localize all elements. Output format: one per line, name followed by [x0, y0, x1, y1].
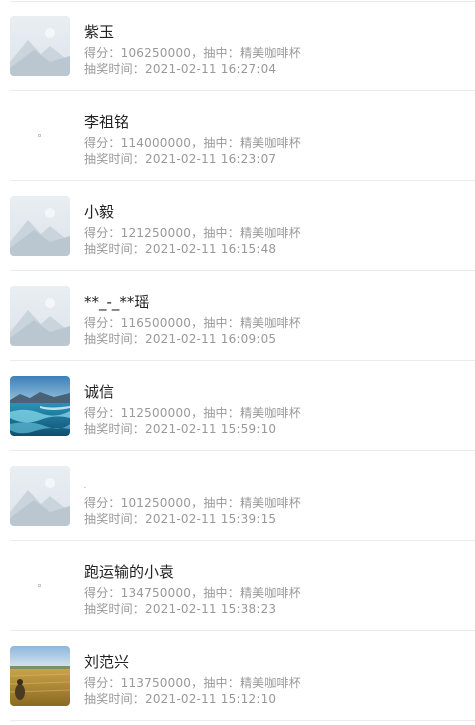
time-line: 抽奖时间：2021-02-11 15:38:23 [84, 601, 276, 617]
prize-label: ，抽中： [191, 406, 240, 420]
time-label: 抽奖时间： [84, 242, 146, 256]
prize-label: ，抽中： [191, 316, 240, 330]
list-item[interactable]: 诚信 得分：112500000，抽中：精美咖啡杯 抽奖时间：2021-02-11… [0, 361, 475, 451]
time-value: 2021-02-11 15:12:10 [145, 692, 277, 706]
placeholder-image-icon [10, 466, 70, 526]
prize-value: 精美咖啡杯 [239, 226, 301, 240]
score-line: 得分：112500000，抽中：精美咖啡杯 [84, 405, 301, 421]
score-label: 得分： [84, 46, 121, 60]
user-name: 跑运输的小袁 [84, 563, 175, 581]
prize-label: ，抽中： [191, 496, 240, 510]
list-item[interactable]: 跑运输的小袁 得分：134750000，抽中：精美咖啡杯 抽奖时间：2021-0… [0, 541, 475, 631]
prize-value: 精美咖啡杯 [239, 136, 301, 150]
score-line: 得分：121250000，抽中：精美咖啡杯 [84, 225, 301, 241]
prize-label: ，抽中： [191, 136, 240, 150]
user-name: 李祖铭 [84, 113, 130, 131]
prize-value: 精美咖啡杯 [239, 676, 301, 690]
prize-label: ，抽中： [191, 586, 240, 600]
score-label: 得分： [84, 226, 121, 240]
user-name: 刘范兴 [84, 653, 130, 671]
field-photo-avatar [10, 646, 70, 706]
time-label: 抽奖时间： [84, 692, 146, 706]
score-label: 得分： [84, 316, 121, 330]
user-name: . [84, 483, 86, 490]
score-line: 得分：134750000，抽中：精美咖啡杯 [84, 585, 301, 601]
score-value: 116500000 [120, 316, 192, 330]
prize-label: ，抽中： [191, 46, 240, 60]
score-value: 121250000 [120, 226, 192, 240]
time-value: 2021-02-11 16:09:05 [145, 332, 277, 346]
score-value: 106250000 [120, 46, 192, 60]
score-label: 得分： [84, 586, 121, 600]
score-value: 134750000 [120, 586, 192, 600]
score-value: 101250000 [120, 496, 192, 510]
time-line: 抽奖时间：2021-02-11 15:12:10 [84, 691, 276, 707]
time-line: 抽奖时间：2021-02-11 15:59:10 [84, 421, 276, 437]
score-label: 得分： [84, 676, 121, 690]
score-label: 得分： [84, 496, 121, 510]
score-line: 得分：114000000，抽中：精美咖啡杯 [84, 135, 301, 151]
time-label: 抽奖时间： [84, 62, 146, 76]
user-name: 紫玉 [84, 23, 115, 41]
prize-label: ，抽中： [191, 226, 240, 240]
user-name: 诚信 [84, 383, 115, 401]
list-item[interactable]: 紫玉 得分：106250000，抽中：精美咖啡杯 抽奖时间：2021-02-11… [0, 1, 475, 91]
time-label: 抽奖时间： [84, 512, 146, 526]
user-name: **_-_**瑶 [84, 293, 150, 311]
score-line: 得分：116500000，抽中：精美咖啡杯 [84, 315, 301, 331]
user-name: 小毅 [84, 203, 115, 221]
time-value: 2021-02-11 15:38:23 [145, 602, 277, 616]
score-value: 114000000 [120, 136, 192, 150]
time-value: 2021-02-11 15:59:10 [145, 422, 277, 436]
score-label: 得分： [84, 136, 121, 150]
time-label: 抽奖时间： [84, 602, 146, 616]
score-line: 得分：101250000，抽中：精美咖啡杯 [84, 495, 301, 511]
time-value: 2021-02-11 15:39:15 [145, 512, 277, 526]
time-label: 抽奖时间： [84, 332, 146, 346]
time-line: 抽奖时间：2021-02-11 16:15:48 [84, 241, 276, 257]
prize-value: 精美咖啡杯 [239, 496, 301, 510]
placeholder-image-icon [10, 196, 70, 256]
list-item[interactable]: 小毅 得分：121250000，抽中：精美咖啡杯 抽奖时间：2021-02-11… [0, 181, 475, 271]
time-value: 2021-02-11 16:23:07 [145, 152, 277, 166]
list-item[interactable]: **_-_**瑶 得分：116500000，抽中：精美咖啡杯 抽奖时间：2021… [0, 271, 475, 361]
time-line: 抽奖时间：2021-02-11 15:39:15 [84, 511, 276, 527]
time-line: 抽奖时间：2021-02-11 16:09:05 [84, 331, 276, 347]
placeholder-image-icon [10, 286, 70, 346]
broken-image-icon [10, 556, 70, 616]
score-value: 113750000 [120, 676, 192, 690]
prize-value: 精美咖啡杯 [239, 406, 301, 420]
placeholder-image-icon [10, 16, 70, 76]
time-value: 2021-02-11 16:27:04 [145, 62, 277, 76]
time-label: 抽奖时间： [84, 152, 146, 166]
time-value: 2021-02-11 16:15:48 [145, 242, 277, 256]
time-line: 抽奖时间：2021-02-11 16:23:07 [84, 151, 276, 167]
score-value: 112500000 [120, 406, 192, 420]
score-line: 得分：106250000，抽中：精美咖啡杯 [84, 45, 301, 61]
list-item[interactable]: 刘范兴 得分：113750000，抽中：精美咖啡杯 抽奖时间：2021-02-1… [0, 631, 475, 721]
list-item[interactable]: . 得分：101250000，抽中：精美咖啡杯 抽奖时间：2021-02-11 … [0, 451, 475, 541]
score-label: 得分： [84, 406, 121, 420]
time-label: 抽奖时间： [84, 422, 146, 436]
prize-value: 精美咖啡杯 [239, 316, 301, 330]
broken-image-icon [10, 106, 70, 166]
list-item[interactable]: 李祖铭 得分：114000000，抽中：精美咖啡杯 抽奖时间：2021-02-1… [0, 91, 475, 181]
prize-value: 精美咖啡杯 [239, 586, 301, 600]
time-line: 抽奖时间：2021-02-11 16:27:04 [84, 61, 276, 77]
prize-value: 精美咖啡杯 [239, 46, 301, 60]
prize-label: ，抽中： [191, 676, 240, 690]
sea-photo-avatar [10, 376, 70, 436]
score-line: 得分：113750000，抽中：精美咖啡杯 [84, 675, 301, 691]
